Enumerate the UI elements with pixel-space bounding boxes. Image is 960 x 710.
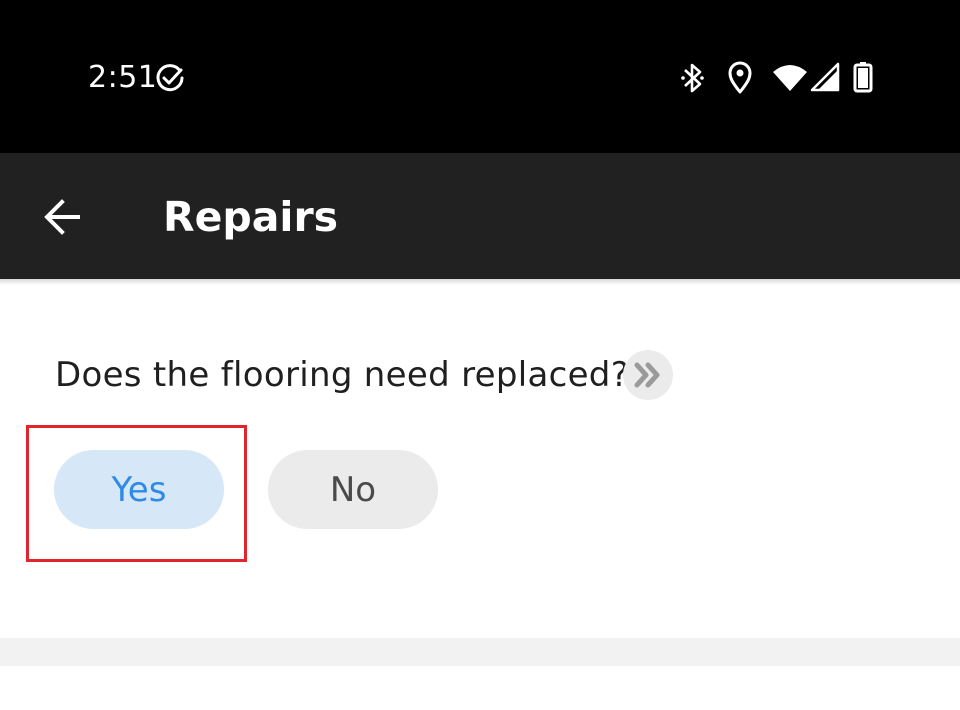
bluetooth-icon xyxy=(681,63,704,93)
status-time: 2:51 xyxy=(88,60,158,95)
status-icons xyxy=(676,60,882,96)
no-button[interactable]: No xyxy=(268,450,438,529)
check-circle-icon xyxy=(156,64,184,92)
app-bar-shadow xyxy=(0,279,960,285)
battery-icon xyxy=(853,62,873,93)
signal-icon xyxy=(810,62,840,92)
no-button-label: No xyxy=(329,469,377,510)
status-bar: 2:51 xyxy=(0,0,960,153)
wifi-icon xyxy=(773,65,807,91)
back-button[interactable] xyxy=(30,185,94,249)
yes-button[interactable]: Yes xyxy=(54,450,224,529)
page-title: Repairs xyxy=(163,193,339,241)
double-chevron-right-icon xyxy=(634,362,660,388)
yes-button-label: Yes xyxy=(111,469,167,510)
location-icon xyxy=(728,61,752,94)
app-bar: Repairs xyxy=(0,153,960,279)
arrow-left-icon xyxy=(44,199,80,235)
section-divider xyxy=(0,638,960,666)
skip-button[interactable] xyxy=(623,350,673,400)
question-text: Does the flooring need replaced? xyxy=(55,355,630,395)
